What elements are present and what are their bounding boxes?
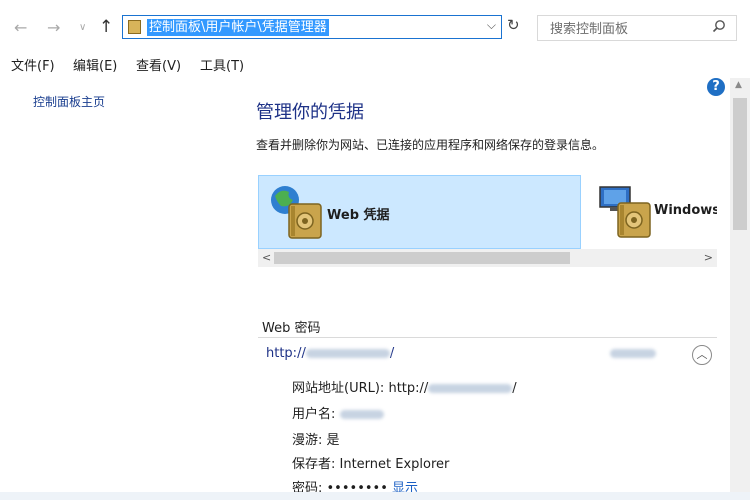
- back-button[interactable]: ←: [14, 18, 27, 37]
- search-icon[interactable]: [712, 19, 726, 37]
- site-url-prefix: http://: [388, 381, 429, 396]
- up-button[interactable]: ↑: [99, 17, 113, 37]
- page-description: 查看并删除你为网站、已连接的应用程序和网络保存的登录信息。: [256, 138, 605, 152]
- scroll-left-icon[interactable]: <: [262, 251, 271, 264]
- web-credentials-icon: [267, 182, 327, 246]
- site-url-label: 网站地址(URL):: [292, 381, 389, 396]
- recent-locations-button[interactable]: ∨: [79, 22, 86, 33]
- credential-type-strip: Web 凭据 Windows < >: [258, 175, 717, 267]
- windows-credentials-tile[interactable]: Windows: [588, 175, 717, 249]
- credential-manager-icon: [128, 20, 141, 34]
- web-credentials-label[interactable]: Web 凭据: [327, 204, 390, 223]
- redacted-entry-username: [610, 349, 656, 358]
- entry-url-prefix: http://: [266, 346, 306, 361]
- page-title: 管理你的凭据: [256, 102, 364, 123]
- scroll-up-icon[interactable]: ▲: [735, 80, 742, 90]
- chevron-up-icon[interactable]: ︿: [692, 345, 712, 365]
- section-divider: [258, 337, 717, 338]
- username-label: 用户名:: [292, 407, 340, 422]
- detail-roaming: 漫游: 是: [292, 433, 340, 448]
- scroll-right-icon[interactable]: >: [704, 251, 713, 264]
- detail-saved-by: 保存者: Internet Explorer: [292, 453, 449, 472]
- windows-credentials-icon: [596, 181, 656, 245]
- web-passwords-heading: Web 密码: [262, 321, 321, 336]
- redacted-username: [339, 410, 384, 419]
- menu-edit[interactable]: 编辑(E): [73, 55, 117, 74]
- detail-username: 用户名:: [292, 403, 384, 422]
- address-bar[interactable]: 控制面板\用户帐户\凭据管理器 ⌵: [122, 15, 502, 39]
- refresh-button[interactable]: ↻: [507, 16, 520, 34]
- search-input[interactable]: [548, 19, 712, 39]
- site-url-suffix: /: [512, 381, 517, 396]
- chevron-down-icon[interactable]: ⌵: [487, 18, 496, 33]
- forward-button[interactable]: →: [47, 18, 60, 37]
- menu-file[interactable]: 文件(F): [11, 55, 55, 74]
- windows-credentials-label[interactable]: Windows: [654, 203, 717, 218]
- control-panel-home-link[interactable]: 控制面板主页: [33, 93, 105, 110]
- window-bottom-edge: [0, 492, 750, 500]
- horizontal-scrollbar[interactable]: < >: [258, 249, 717, 267]
- entry-url-suffix: /: [389, 346, 395, 361]
- horizontal-scrollbar-thumb[interactable]: [274, 252, 570, 264]
- menu-view[interactable]: 查看(V): [136, 55, 181, 74]
- saved-by-label: 保存者:: [292, 457, 340, 472]
- redacted-site-host: [428, 384, 513, 393]
- detail-site-url: 网站地址(URL): http:// /: [292, 377, 517, 396]
- menu-tools[interactable]: 工具(T): [200, 55, 244, 74]
- scrollbar-thumb[interactable]: [733, 98, 747, 230]
- credential-entry-url[interactable]: http:// /: [266, 346, 394, 361]
- web-credentials-tile[interactable]: Web 凭据: [258, 175, 581, 249]
- address-path[interactable]: 控制面板\用户帐户\凭据管理器: [147, 19, 329, 36]
- vertical-scrollbar[interactable]: ▲: [730, 78, 750, 500]
- help-icon[interactable]: ?: [707, 78, 725, 96]
- search-box[interactable]: [537, 15, 737, 41]
- redacted-host: [305, 349, 390, 358]
- saved-by-value: Internet Explorer: [339, 457, 450, 472]
